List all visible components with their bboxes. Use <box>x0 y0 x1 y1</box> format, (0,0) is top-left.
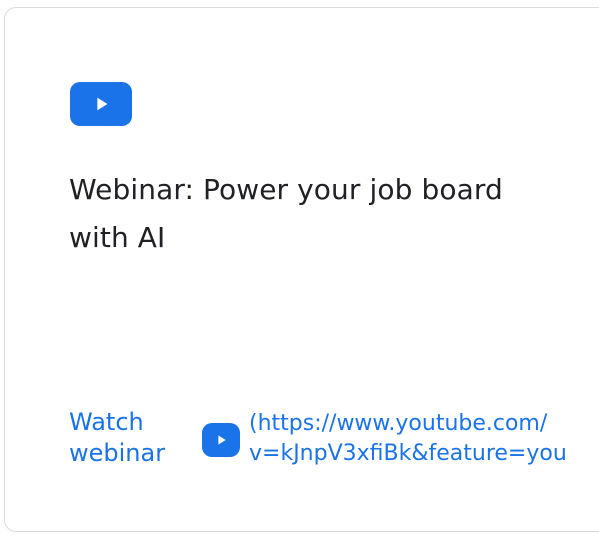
watch-webinar-link[interactable]: Watch webinar <box>69 407 179 469</box>
url-line-1: (https://www.youtube.com/ <box>249 411 548 436</box>
play-icon <box>97 97 108 111</box>
card-footer: Watch webinar (https://www.youtube.com/ … <box>69 408 599 482</box>
youtube-url-link[interactable]: (https://www.youtube.com/ v=kJnpV3xfiBk&… <box>249 409 599 469</box>
youtube-play-icon <box>70 82 132 126</box>
url-line-2: v=kJnpV3xfiBk&feature=you <box>249 441 567 466</box>
webinar-card: Webinar: Power your job board with AI Wa… <box>4 7 599 532</box>
inline-youtube-icon <box>202 423 240 457</box>
card-title: Webinar: Power your job board with AI <box>69 173 503 254</box>
inline-play-icon <box>218 435 226 445</box>
top-youtube-badge <box>69 72 133 136</box>
